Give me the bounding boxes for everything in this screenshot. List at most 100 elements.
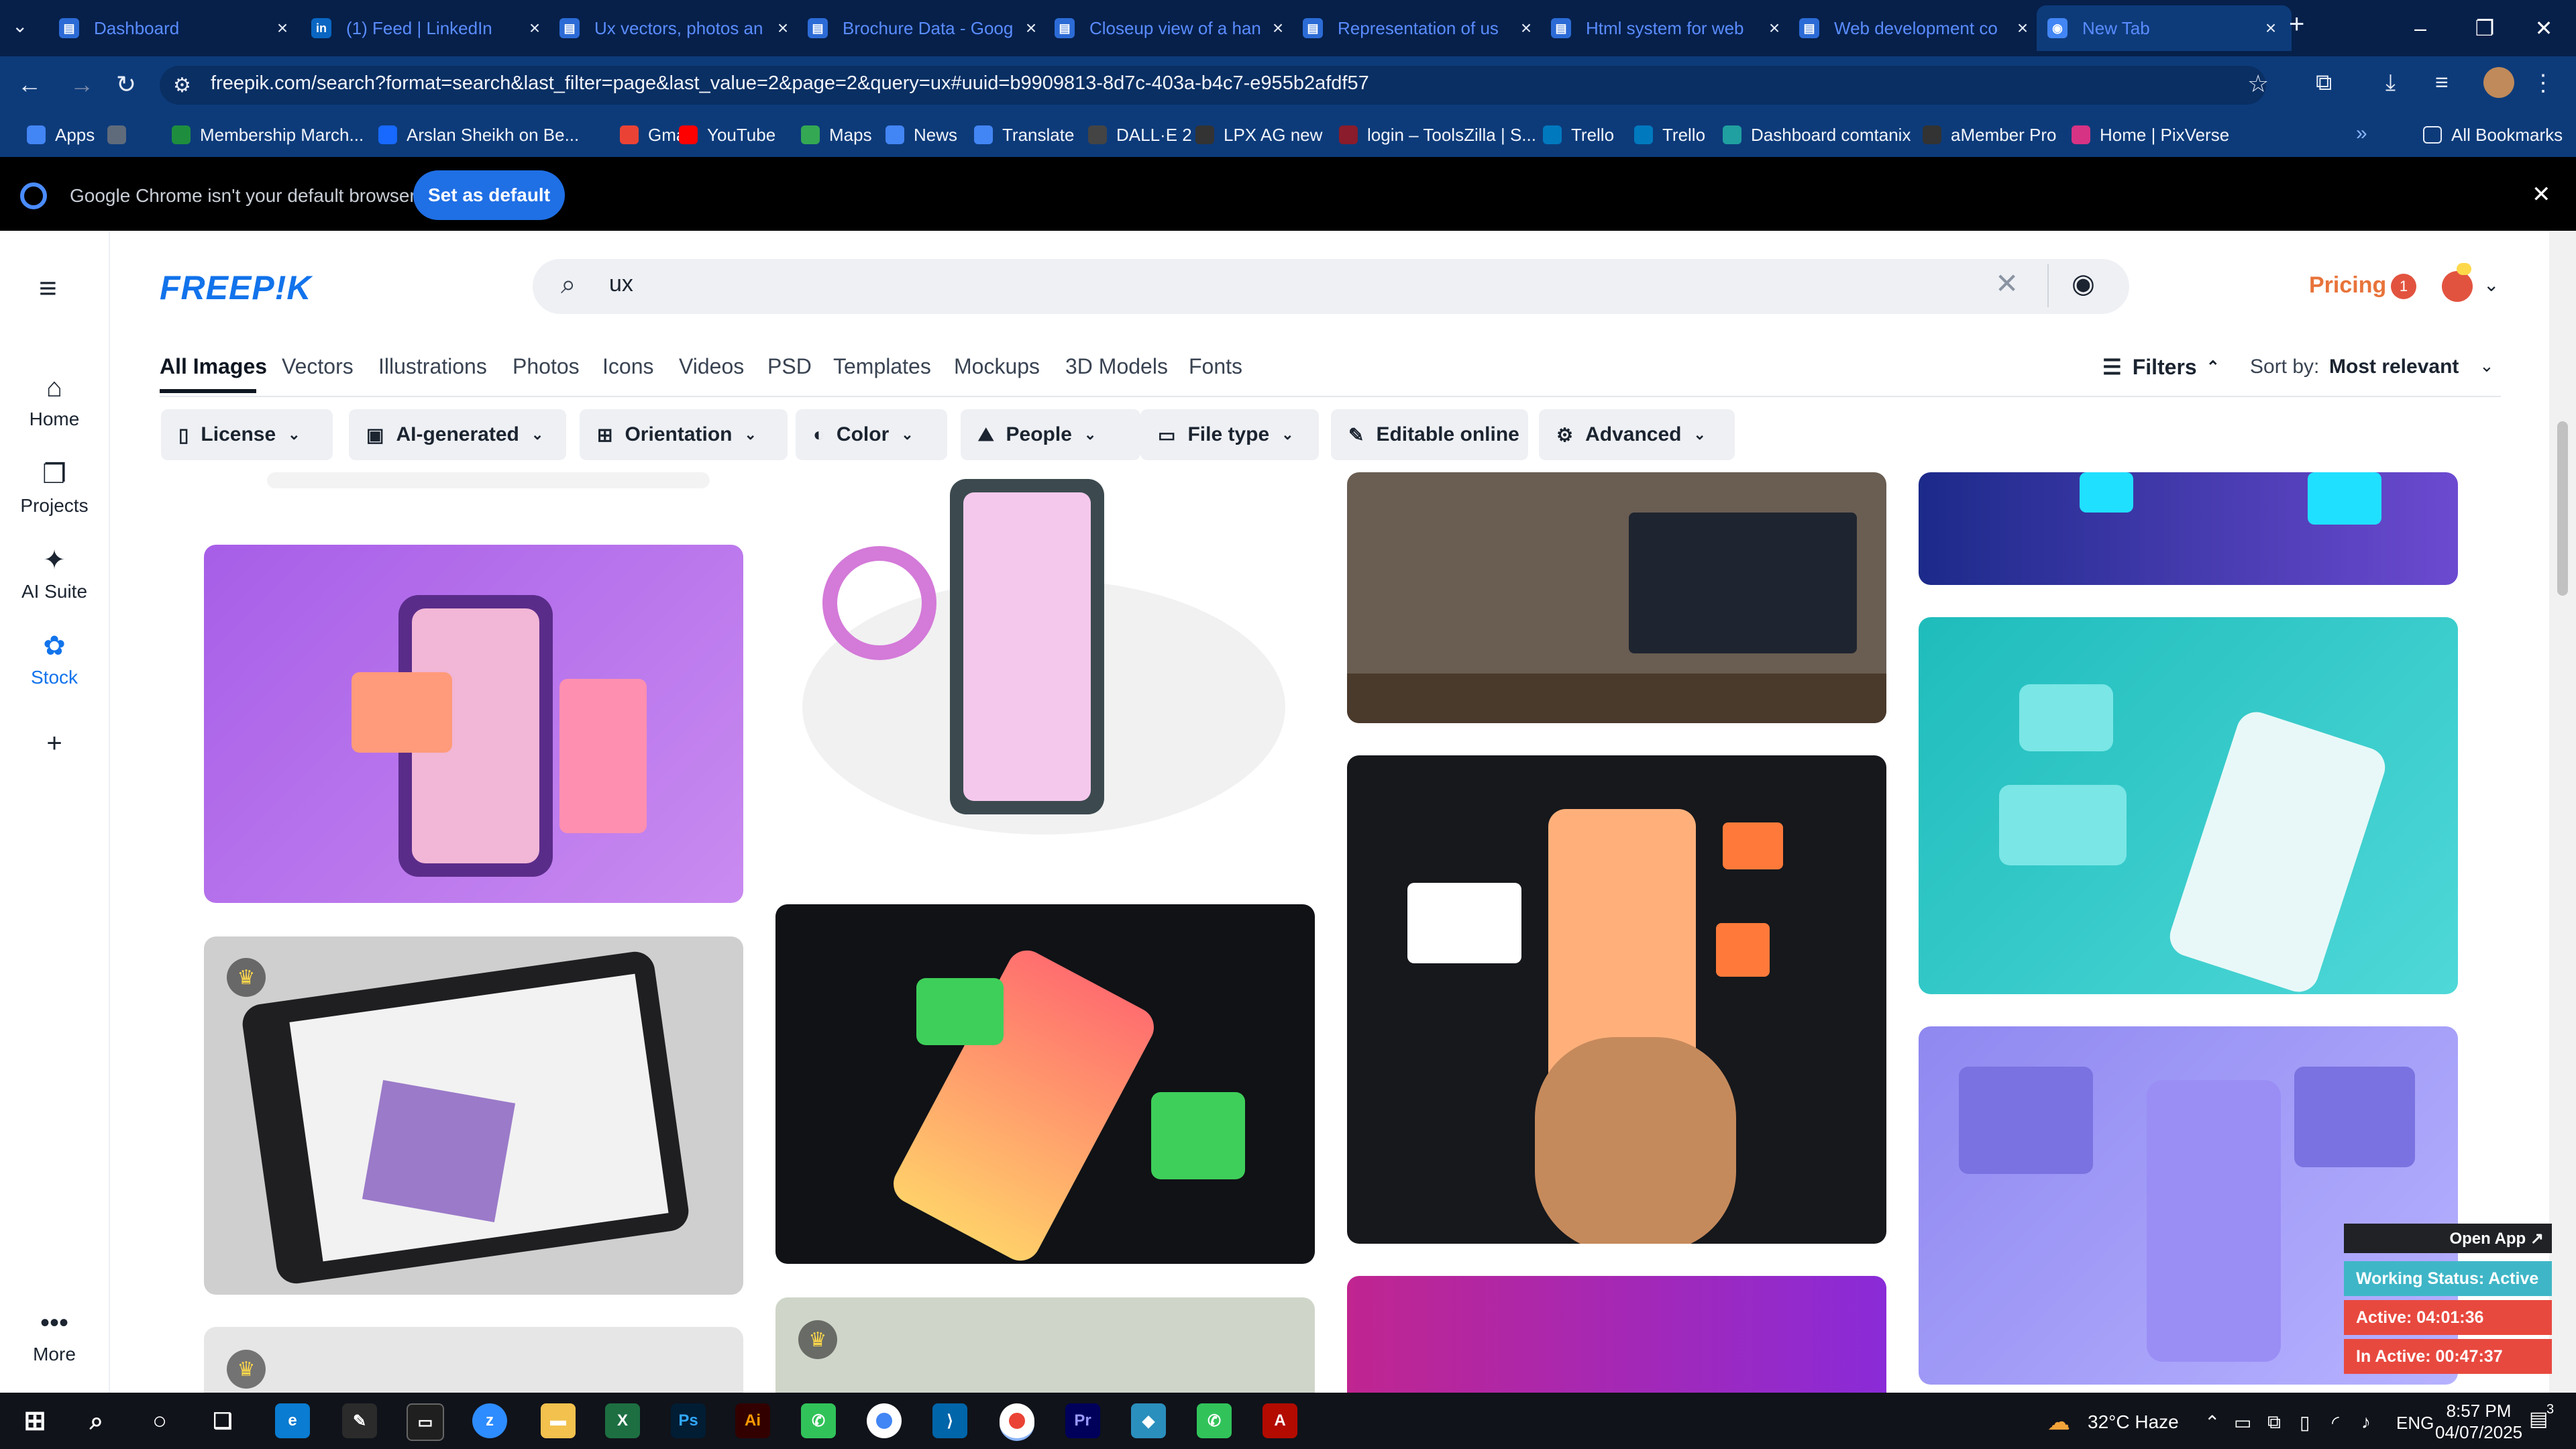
tab-close-icon[interactable]: × <box>272 17 292 39</box>
tray-app-icon[interactable]: ⧉ <box>2267 1411 2281 1434</box>
category-tab[interactable]: Icons <box>602 354 653 379</box>
rail-item[interactable]: ⌂ Home <box>0 373 109 430</box>
zoom-icon[interactable]: z <box>472 1403 507 1438</box>
tab[interactable]: ▤ Dashboard × <box>48 5 303 51</box>
menu-kebab-icon[interactable]: ⋮ <box>2532 70 2555 97</box>
rail-item[interactable]: + <box>0 729 109 764</box>
url-text[interactable]: freepik.com/search?format=search&last_fi… <box>211 72 1369 95</box>
tab[interactable]: in (1) Feed | LinkedIn × <box>301 5 555 51</box>
clear-search-icon[interactable]: ✕ <box>1995 267 2019 300</box>
tab-close-icon[interactable]: × <box>1021 17 1041 39</box>
category-tab[interactable]: All Images <box>160 354 267 379</box>
image-tile[interactable] <box>1347 472 1886 723</box>
account-chevron-icon[interactable]: ⌄ <box>2483 274 2499 296</box>
bookmark-item[interactable]: YouTube <box>679 118 775 152</box>
illustrator-icon[interactable]: Ai <box>735 1403 770 1438</box>
filter-chip[interactable]: ✎ Editable online <box>1331 409 1528 460</box>
image-tile[interactable] <box>204 1327 743 1393</box>
category-tab[interactable]: Fonts <box>1189 354 1242 379</box>
close-window-button[interactable]: ✕ <box>2512 0 2576 56</box>
bookmark-item[interactable]: Home | PixVerse <box>2072 118 2229 152</box>
search-icon[interactable]: ⌕ <box>79 1403 114 1438</box>
back-icon[interactable]: ← <box>15 70 44 99</box>
notification-bell-icon[interactable]: 1 <box>2391 274 2416 299</box>
bookmark-item[interactable]: Trello <box>1634 118 1705 152</box>
filters-toggle[interactable]: ☰ Filters ⌃ <box>2102 354 2220 380</box>
filter-chip[interactable]: ▣ AI-generated ⌄ <box>349 409 566 460</box>
page-scrollbar[interactable] <box>2549 231 2576 1393</box>
tab-close-icon[interactable]: × <box>1516 17 1536 39</box>
tab-close-icon[interactable]: × <box>1764 17 1784 39</box>
clock-date[interactable]: 04/07/2025 <box>2435 1422 2522 1443</box>
rail-item[interactable]: ✿ Stock <box>0 631 109 688</box>
pen-icon[interactable]: ✎ <box>342 1403 377 1438</box>
bookmark-item[interactable]: Membership March... <box>172 118 364 152</box>
volume-icon[interactable]: ♪ <box>2361 1411 2371 1433</box>
filter-chip[interactable]: ▯ License ⌄ <box>161 409 333 460</box>
app-icon[interactable]: ◆ <box>1131 1403 1166 1438</box>
tab-close-icon[interactable]: × <box>525 17 545 39</box>
category-tab[interactable]: 3D Models <box>1065 354 1168 379</box>
close-infobar-icon[interactable]: ✕ <box>2532 181 2551 208</box>
tab[interactable]: ▤ Representation of us × <box>1292 5 1547 51</box>
bookmark-item[interactable]: DALL·E 2 <box>1088 118 1192 152</box>
forward-icon[interactable]: → <box>67 70 97 99</box>
bookmark-item[interactable]: Translate <box>974 118 1074 152</box>
image-tile[interactable] <box>775 904 1315 1264</box>
profile-avatar[interactable] <box>2483 67 2514 98</box>
filter-chip[interactable]: ⛰ People ⌄ <box>961 409 1140 460</box>
tab-close-icon[interactable]: × <box>773 17 793 39</box>
wifi-icon[interactable]: ◜ <box>2332 1411 2339 1434</box>
acrobat-icon[interactable]: A <box>1263 1403 1297 1438</box>
rail-item[interactable]: ✦ AI Suite <box>0 545 109 602</box>
rail-item-more[interactable]: ••• More <box>0 1308 109 1365</box>
filter-chip[interactable]: ▭ File type ⌄ <box>1140 409 1319 460</box>
bookmark-item[interactable]: aMember Pro <box>1923 118 2057 152</box>
tab[interactable]: ▤ Closeup view of a han × <box>1044 5 1299 51</box>
image-tile[interactable] <box>1919 617 2458 994</box>
tab-close-icon[interactable]: × <box>1268 17 1288 39</box>
freepik-logo[interactable]: FREEP!K <box>160 268 311 307</box>
clock-time[interactable]: 8:57 PM <box>2442 1401 2516 1421</box>
weather-icon[interactable]: ☁ <box>2047 1409 2070 1436</box>
bookmark-item[interactable] <box>107 118 136 152</box>
edge-icon[interactable]: e <box>275 1403 310 1438</box>
more-bookmarks-icon[interactable]: » <box>2356 122 2367 145</box>
sort-chevron-icon[interactable]: ⌄ <box>2479 356 2494 376</box>
weather-text[interactable]: 32°C Haze <box>2088 1411 2179 1433</box>
category-tab[interactable]: Templates <box>833 354 931 379</box>
bookmark-star-icon[interactable]: ☆ <box>2247 70 2269 98</box>
bookmark-item[interactable]: Arslan Sheikh on Be... <box>378 118 579 152</box>
tab[interactable]: ▤ Web development co × <box>1788 5 2043 51</box>
tab[interactable]: ◉ New Tab × <box>2037 5 2292 51</box>
all-bookmarks[interactable]: All Bookmarks <box>2423 118 2563 152</box>
image-tile[interactable] <box>1919 472 2458 585</box>
phone-app-icon[interactable]: ✆ <box>1197 1403 1232 1438</box>
phone-app-icon[interactable]: ✆ <box>801 1403 836 1438</box>
vscode-icon[interactable]: ⟩ <box>932 1403 967 1438</box>
media-icon[interactable]: ≡ <box>2435 70 2449 96</box>
image-tile[interactable] <box>204 545 743 903</box>
site-info-icon[interactable]: ⚙ <box>173 74 191 97</box>
language-indicator[interactable]: ENG <box>2396 1413 2434 1434</box>
bookmark-item[interactable]: Maps <box>801 118 872 152</box>
image-tile[interactable] <box>1347 755 1886 1244</box>
photoshop-icon[interactable]: Ps <box>671 1403 706 1438</box>
downloads-icon[interactable]: ⤓ <box>2385 70 2396 96</box>
category-tab[interactable]: Photos <box>513 354 580 379</box>
bookmark-item[interactable]: Dashboard comtanix <box>1723 118 1911 152</box>
tray-chevron-icon[interactable]: ⌃ <box>2204 1411 2220 1434</box>
restore-button[interactable]: ❐ <box>2453 0 2517 56</box>
notification-center-icon[interactable]: ▤ <box>2529 1407 2548 1431</box>
extensions-icon[interactable]: ⧉ <box>2316 70 2332 96</box>
category-tab[interactable]: Vectors <box>282 354 354 379</box>
task-view-icon[interactable]: ❑ <box>205 1403 240 1438</box>
category-tab[interactable]: Illustrations <box>378 354 487 379</box>
category-tab[interactable]: PSD <box>767 354 812 379</box>
chrome-icon[interactable] <box>867 1403 902 1438</box>
bookmark-item[interactable]: Trello <box>1543 118 1614 152</box>
minimize-button[interactable]: – <box>2388 0 2453 56</box>
tab[interactable]: ▤ Brochure Data - Goog × <box>797 5 1052 51</box>
terminal-icon[interactable]: ▭ <box>407 1403 444 1441</box>
rail-item[interactable]: ❐ Projects <box>0 459 109 517</box>
